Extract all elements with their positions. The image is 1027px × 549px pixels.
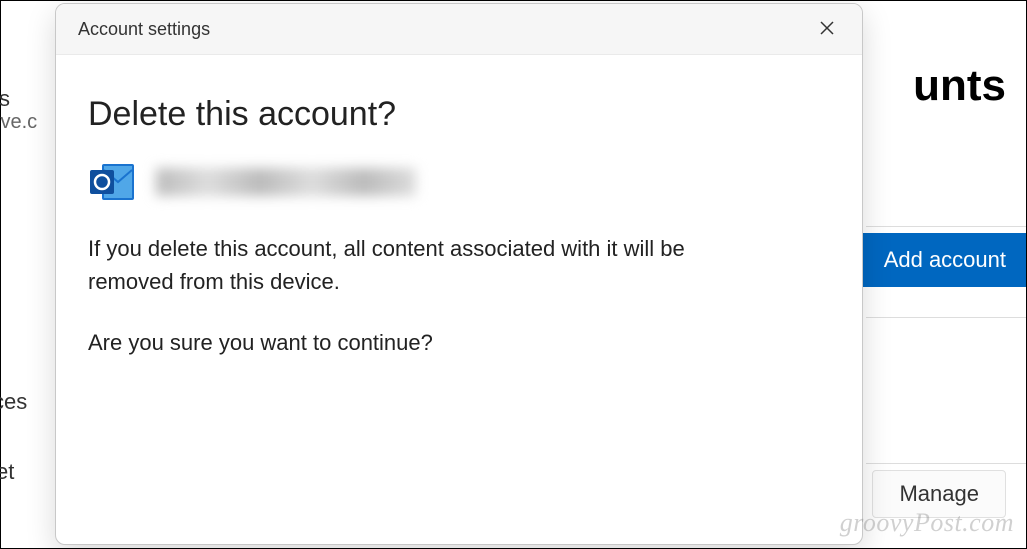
add-account-button[interactable]: Add account (858, 233, 1026, 287)
dialog-body: Delete this account? If you delete this … (56, 55, 862, 407)
account-row (88, 160, 830, 204)
divider (866, 463, 1026, 464)
sidebar-fragment-4: et (0, 459, 14, 485)
dialog-header: Account settings (56, 4, 862, 55)
divider (866, 317, 1026, 318)
divider (866, 226, 1026, 227)
sidebar-fragment-3: ces (0, 389, 27, 415)
dialog-heading: Delete this account? (88, 95, 830, 134)
close-button[interactable] (812, 16, 842, 42)
warning-text: If you delete this account, all content … (88, 232, 768, 298)
outlook-icon (88, 160, 136, 204)
close-icon (820, 19, 834, 39)
account-email-redacted (156, 168, 416, 196)
sidebar-fragment-1: s (0, 86, 10, 112)
delete-account-dialog: Account settings Delete this account? If… (55, 3, 863, 545)
dialog-title: Account settings (78, 19, 210, 40)
sidebar-fragment-2: ive.c (0, 111, 37, 134)
manage-button[interactable]: Manage (872, 470, 1006, 518)
confirm-text: Are you sure you want to continue? (88, 326, 768, 359)
page-title-fragment: unts (913, 61, 1006, 111)
